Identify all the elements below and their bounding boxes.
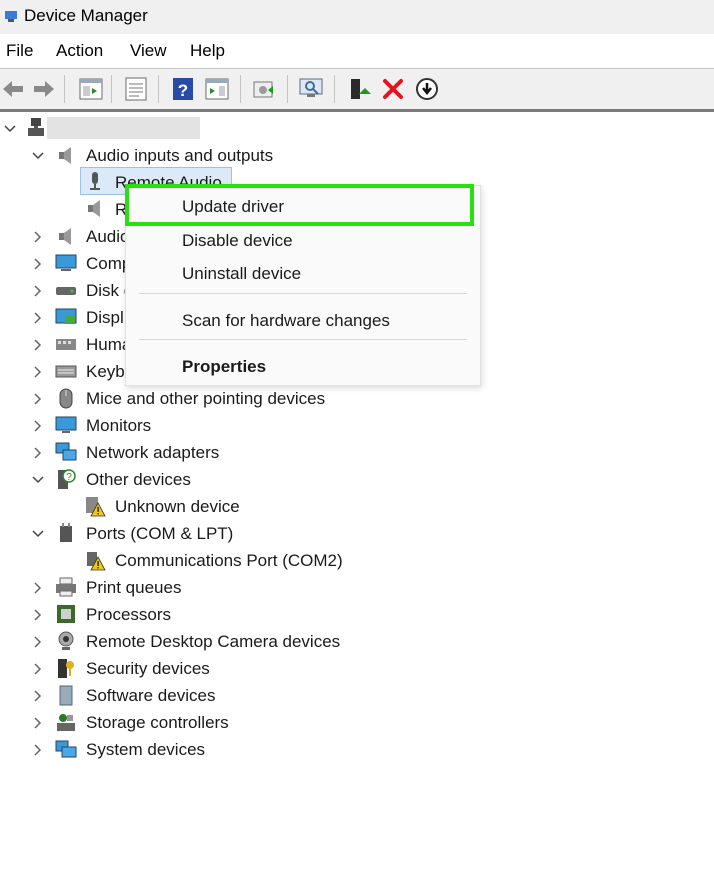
port-icon: [60, 523, 72, 542]
tree-item-system-devices[interactable]: System devices: [86, 740, 205, 760]
tree-item-processors[interactable]: Processors: [86, 605, 171, 625]
expand-chevron-icon[interactable]: [31, 635, 45, 649]
toolbar-separator: [287, 75, 288, 103]
window-title: Device Manager: [24, 6, 148, 25]
menu-file[interactable]: File: [6, 41, 33, 61]
forward-arrow-icon[interactable]: [31, 76, 57, 102]
tree-item-other-devices[interactable]: Other devices: [86, 470, 191, 490]
tree-item-mice[interactable]: Mice and other pointing devices: [86, 389, 325, 409]
software-device-icon: [59, 685, 73, 706]
human-interface-icon: [56, 339, 76, 350]
tree-item-print-queues[interactable]: Print queues: [86, 578, 181, 598]
menu-action[interactable]: Action: [56, 41, 103, 61]
speaker-icon: [59, 147, 71, 164]
expand-chevron-icon[interactable]: [31, 581, 45, 595]
tree-item-audio-inputs-outputs[interactable]: Audio inputs and outputs: [86, 146, 273, 166]
security-icon: [58, 659, 74, 678]
storage-controller-icon: [57, 714, 75, 731]
tree-item-network-adapters[interactable]: Network adapters: [86, 443, 219, 463]
menu-item-disable-device[interactable]: Disable device: [182, 231, 293, 251]
expand-chevron-icon[interactable]: [31, 743, 45, 757]
tree-item-audio[interactable]: Audio: [86, 227, 129, 247]
system-device-icon: [55, 740, 77, 758]
menu-bar: File Action View Help: [0, 36, 714, 66]
show-hide-tree-icon[interactable]: [78, 76, 104, 102]
tree-item-monitors[interactable]: Monitors: [86, 416, 151, 436]
tree-item-keyboards[interactable]: Keyb: [86, 362, 125, 382]
expand-chevron-icon[interactable]: [31, 230, 45, 244]
collapse-chevron-icon[interactable]: [31, 527, 45, 541]
tree-item-display-adapters[interactable]: Displ: [86, 308, 124, 328]
device-manager-app-icon: [5, 11, 17, 22]
enable-device-icon[interactable]: [346, 76, 372, 102]
speaker-icon: [59, 228, 71, 245]
monitor-icon: [55, 416, 77, 433]
unknown-device-icon: ?: [58, 469, 76, 489]
toolbar-separator: [158, 75, 159, 103]
back-arrow-icon[interactable]: [0, 76, 26, 102]
speaker-icon: [88, 200, 100, 217]
title-bar: Device Manager: [0, 0, 714, 34]
mouse-icon: [59, 388, 73, 409]
disk-drive-icon: [56, 287, 76, 295]
expand-chevron-icon[interactable]: [31, 419, 45, 433]
toolbar-separator: [111, 75, 112, 103]
tree-item-storage-controllers[interactable]: Storage controllers: [86, 713, 229, 733]
menu-item-properties[interactable]: Properties: [182, 357, 266, 377]
processor-icon: [57, 605, 75, 623]
menu-separator: [139, 293, 467, 294]
uninstall-device-icon[interactable]: [380, 76, 406, 102]
action-pane-icon[interactable]: [204, 76, 230, 102]
keyboard-icon: [55, 365, 77, 378]
menu-separator: [139, 339, 467, 340]
expand-chevron-icon[interactable]: [31, 689, 45, 703]
toolbar-separator: [240, 75, 241, 103]
expand-chevron-icon[interactable]: [31, 446, 45, 460]
tree-item-com-port[interactable]: Communications Port (COM2): [115, 551, 343, 571]
collapse-chevron-icon[interactable]: [31, 149, 45, 163]
network-icon: [55, 442, 77, 461]
collapse-chevron-icon[interactable]: [31, 473, 45, 487]
svg-text:?: ?: [178, 81, 188, 100]
svg-text:?: ?: [66, 472, 72, 483]
menu-view[interactable]: View: [130, 41, 167, 61]
expand-chevron-icon[interactable]: [31, 338, 45, 352]
computer-root-icon: [28, 118, 44, 136]
printer-icon: [56, 577, 76, 597]
microphone-icon: [90, 172, 100, 190]
expand-chevron-icon[interactable]: [31, 365, 45, 379]
toolbar: ?: [0, 68, 714, 112]
expand-chevron-icon[interactable]: [31, 284, 45, 298]
display-adapter-icon: [55, 308, 77, 324]
collapse-chevron-icon[interactable]: [3, 122, 17, 136]
warning-device-icon: [86, 497, 106, 517]
update-driver-icon[interactable]: [251, 76, 277, 102]
menu-item-uninstall-device[interactable]: Uninstall device: [182, 264, 301, 284]
properties-icon[interactable]: [123, 76, 149, 102]
toolbar-separator: [64, 75, 65, 103]
tree-item-security-devices[interactable]: Security devices: [86, 659, 210, 679]
download-driver-icon[interactable]: [414, 76, 440, 102]
tree-item-remote-desktop-camera[interactable]: Remote Desktop Camera devices: [86, 632, 340, 652]
expand-chevron-icon[interactable]: [31, 608, 45, 622]
expand-chevron-icon[interactable]: [31, 257, 45, 271]
warning-port-icon: [87, 552, 106, 571]
computer-icon: [55, 254, 77, 271]
menu-item-scan-hardware[interactable]: Scan for hardware changes: [182, 311, 390, 331]
update-driver-highlight-box: [125, 184, 474, 226]
scan-hardware-icon[interactable]: [298, 76, 324, 102]
expand-chevron-icon[interactable]: [31, 392, 45, 406]
expand-chevron-icon[interactable]: [31, 662, 45, 676]
toolbar-separator: [334, 75, 335, 103]
menu-help[interactable]: Help: [190, 41, 225, 61]
expand-chevron-icon[interactable]: [31, 716, 45, 730]
computer-name-redacted: [47, 117, 200, 139]
tree-item-ports[interactable]: Ports (COM & LPT): [86, 524, 233, 544]
help-icon[interactable]: ?: [170, 76, 196, 102]
tree-item-software-devices[interactable]: Software devices: [86, 686, 215, 706]
expand-chevron-icon[interactable]: [31, 311, 45, 325]
tree-item-unknown-device[interactable]: Unknown device: [115, 497, 240, 517]
camera-icon: [58, 631, 74, 650]
